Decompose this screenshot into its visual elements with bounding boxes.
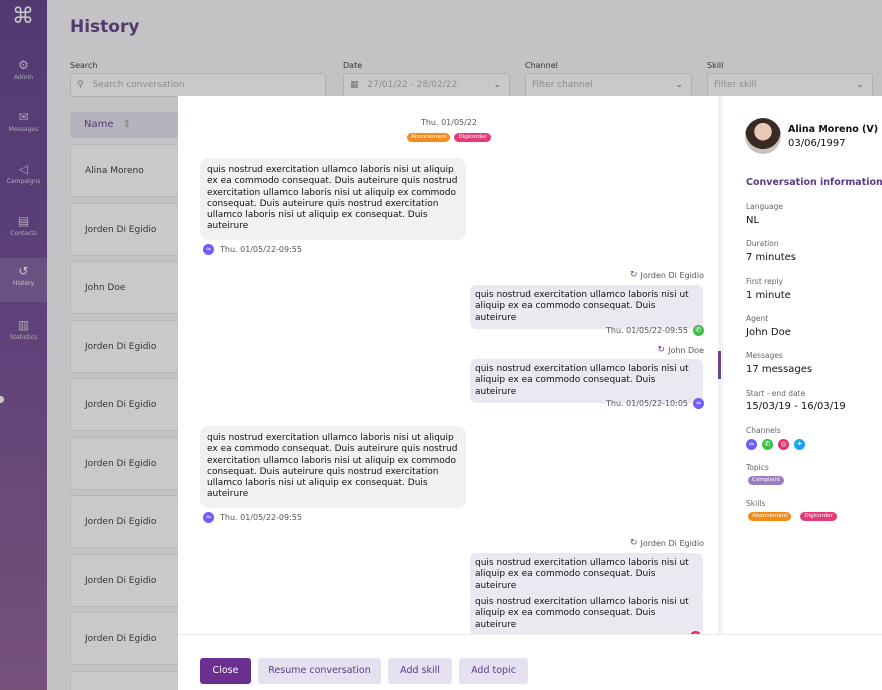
- skill-abonnement: Abonnement: [748, 512, 792, 521]
- agent-label: ↻ Jorden Di Egidio: [630, 538, 704, 548]
- channels-label: Channels: [746, 426, 781, 435]
- agent-name: Jorden Di Egidio: [640, 538, 705, 548]
- period-label: Start - end date: [746, 389, 806, 398]
- messenger-icon: ≈: [203, 244, 214, 255]
- instagram-icon: ◎: [778, 439, 789, 450]
- first-reply-label: First reply: [746, 277, 783, 286]
- outgoing-message: quis nostrud exercitation ullamco labori…: [470, 592, 703, 634]
- agent-name: John Doe: [668, 345, 704, 355]
- whatsapp-icon: ✆: [762, 439, 773, 450]
- conversation-modal: Thu. 01/05/22 Abonnement Digicorder quis…: [178, 96, 882, 690]
- outgoing-message: quis nostrud exercitation ullamco labori…: [470, 285, 703, 329]
- chat-scrollbar-thumb[interactable]: [718, 351, 721, 379]
- message-meta: ≈ Thu. 01/05/22-09:55: [203, 512, 302, 523]
- skills-list: Abonnement Digicorder: [746, 512, 839, 521]
- message-time: Thu. 01/05/22-09:55: [606, 326, 688, 335]
- customer-avatar: [745, 118, 781, 154]
- channels-list: ≈ ✆ ◎ ✦: [746, 439, 805, 450]
- topic-complaint: Complaint: [748, 476, 785, 485]
- messenger-icon: ≈: [203, 512, 214, 523]
- message-meta: ≈ Thu. 01/05/22-09:55: [203, 244, 302, 255]
- skill-digicorder: Digicorder: [800, 512, 837, 521]
- outgoing-message: quis nostrud exercitation ullamco labori…: [470, 359, 703, 403]
- agent-sync-icon: ↻: [629, 538, 638, 548]
- conversation-tags: Abonnement Digicorder: [178, 133, 720, 142]
- topics-label: Topics: [746, 463, 769, 472]
- incoming-message: quis nostrud exercitation ullamco labori…: [200, 158, 466, 240]
- outgoing-message: quis nostrud exercitation ullamco labori…: [470, 553, 703, 597]
- customer-name: Alina Moreno (V): [788, 124, 879, 135]
- message-meta: Thu. 01/05/22-10:05 ≈: [606, 398, 704, 409]
- close-button[interactable]: Close: [200, 658, 251, 684]
- message-time: Thu. 01/05/22-09:55: [220, 245, 302, 254]
- topics-list: Complaint: [746, 476, 786, 485]
- agent-info-label: Agent: [746, 314, 769, 323]
- message-time: Thu. 01/05/22-09:55: [220, 513, 302, 522]
- agent-name: Jorden Di Egidio: [640, 270, 705, 280]
- add-topic-button[interactable]: Add topic: [459, 658, 528, 684]
- message-time: Thu. 01/05/22-10:05: [606, 399, 688, 408]
- whatsapp-icon: ✆: [693, 325, 704, 336]
- first-reply-value: 1 minute: [746, 290, 791, 301]
- conversation-date: Thu. 01/05/22: [420, 118, 478, 127]
- tag-digicorder: Digicorder: [454, 133, 491, 142]
- modal-footer: Close Resume conversation Add skill Add …: [178, 634, 882, 690]
- duration-value: 7 minutes: [746, 252, 797, 263]
- language-label: Language: [746, 202, 784, 211]
- messenger-icon: ≈: [693, 398, 704, 409]
- twitter-icon: ✦: [794, 439, 805, 450]
- period-value: 15/03/19 - 16/03/19: [746, 401, 846, 412]
- resume-conversation-button[interactable]: Resume conversation: [258, 658, 381, 684]
- conversation-thread[interactable]: Thu. 01/05/22 Abonnement Digicorder quis…: [178, 96, 720, 634]
- customer-dob: 03/06/1997: [788, 138, 846, 149]
- messenger-icon: ≈: [746, 439, 757, 450]
- messages-label: Messages: [746, 351, 783, 360]
- messages-value: 17 messages: [746, 364, 813, 375]
- skills-label: Skills: [746, 499, 766, 508]
- info-section-title: Conversation information: [746, 177, 882, 188]
- incoming-message: quis nostrud exercitation ullamco labori…: [200, 426, 466, 508]
- agent-sync-icon: ↻: [657, 345, 666, 355]
- add-skill-button[interactable]: Add skill: [388, 658, 452, 684]
- duration-label: Duration: [746, 239, 779, 248]
- agent-sync-icon: ↻: [629, 270, 638, 280]
- tag-abonnement: Abonnement: [407, 133, 451, 142]
- agent-label: ↻ Jorden Di Egidio: [630, 270, 704, 280]
- conversation-info-panel: Alina Moreno (V) 03/06/1997 Conversation…: [723, 96, 882, 634]
- agent-info-value: John Doe: [746, 327, 791, 338]
- message-meta: Thu. 01/05/22-09:55 ✆: [606, 325, 704, 336]
- agent-label: ↻ John Doe: [658, 345, 704, 355]
- language-value: NL: [746, 215, 760, 226]
